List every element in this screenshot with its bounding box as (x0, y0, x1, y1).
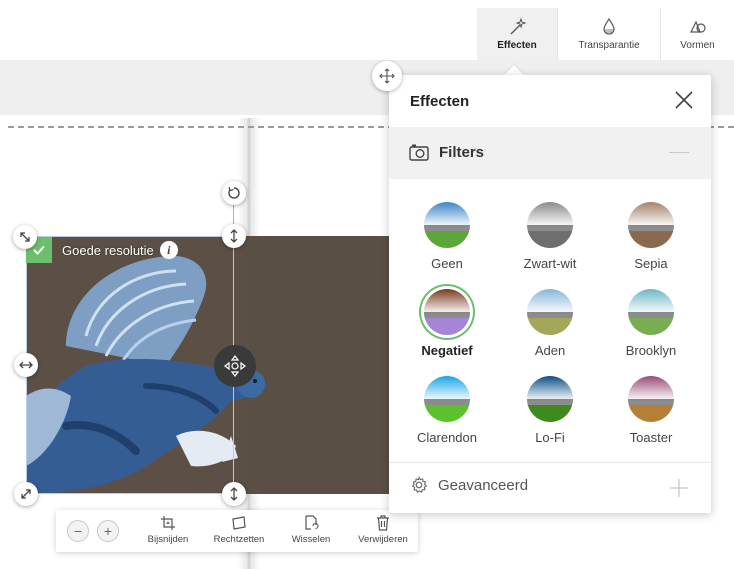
swap-label: Wisselen (291, 534, 331, 545)
filter-clarendon[interactable]: Clarendon (402, 376, 492, 445)
horizontal-arrows-icon (19, 361, 33, 369)
delete-label: Verwijderen (358, 534, 408, 545)
filter-zwart-wit[interactable]: Zwart-wit (505, 202, 595, 271)
info-icon[interactable]: i (159, 241, 178, 259)
straighten-label: Rechtzetten (213, 534, 265, 545)
filters-section-header[interactable]: Filters (389, 127, 711, 179)
drop-icon (603, 17, 615, 35)
trash-icon (377, 515, 389, 531)
delete-button[interactable]: Verwijderen (352, 515, 414, 545)
resolution-badge: Goede resolutie i (26, 237, 178, 263)
tab-label: Effecten (497, 40, 537, 51)
advanced-section-header[interactable]: Geavanceerd (410, 476, 528, 494)
filter-thumbnail (527, 376, 573, 422)
gear-icon (411, 476, 428, 494)
straighten-icon (232, 516, 246, 530)
filter-thumbnail (628, 376, 674, 422)
move-icon (224, 355, 246, 377)
filter-name: Sepia (634, 256, 668, 271)
camera-icon (409, 144, 429, 161)
filter-name: Toaster (629, 430, 673, 445)
diagonal-arrows-icon (21, 489, 31, 499)
filter-lo-fi[interactable]: Lo-Fi (505, 376, 595, 445)
filter-name: Negatief (421, 343, 473, 358)
filter-name: Lo-Fi (535, 430, 565, 445)
rotate-handle[interactable] (222, 181, 246, 205)
filter-thumbnail (424, 289, 470, 335)
filter-thumbnail (527, 202, 573, 248)
filter-negatief[interactable]: Negatief (402, 289, 492, 358)
expand-plus-icon[interactable] (669, 478, 689, 498)
magic-wand-icon (510, 17, 527, 35)
swap-icon (305, 515, 319, 530)
resize-handle-bottom[interactable] (222, 482, 246, 506)
swap-button[interactable]: Wisselen (282, 515, 340, 545)
pan-handle[interactable] (214, 345, 256, 387)
filter-name: Aden (534, 343, 566, 358)
rotate-connector (233, 204, 234, 224)
resize-handle-left[interactable] (14, 353, 38, 377)
tab-effecten[interactable]: Effecten (477, 8, 557, 60)
selection-box (26, 236, 234, 494)
close-icon[interactable] (673, 89, 695, 111)
crop-icon (161, 516, 175, 530)
photo-actions-bar: − + Bijsnijden Rechtzetten Wisselen Verw… (56, 510, 418, 552)
filter-thumbnail (424, 376, 470, 422)
top-toolbar: Effecten Transparantie Vormen (0, 0, 734, 60)
vertical-arrows-icon (230, 487, 238, 501)
crop-button[interactable]: Bijsnijden (140, 515, 196, 545)
straighten-button[interactable]: Rechtzetten (206, 515, 272, 545)
filter-name: Clarendon (417, 430, 477, 445)
filter-name: Brooklyn (625, 343, 677, 358)
rotate-icon (228, 186, 240, 199)
tab-vormen[interactable]: Vormen (661, 8, 734, 60)
resolution-label: Goede resolutie (62, 242, 154, 258)
filter-thumbnail (424, 202, 470, 248)
filter-aden[interactable]: Aden (505, 289, 595, 358)
divider (389, 462, 711, 463)
resize-handle-top-left[interactable] (13, 225, 37, 249)
filter-thumbnail (628, 202, 674, 248)
filter-name: Geen (431, 256, 463, 271)
vertical-arrows-icon (230, 229, 238, 243)
filter-name: Zwart-wit (523, 256, 577, 271)
resize-handle-top[interactable] (222, 224, 246, 248)
zoom-out-button[interactable]: − (67, 520, 89, 542)
collapse-icon[interactable] (669, 152, 689, 153)
filters-heading: Filters (439, 144, 485, 161)
shapes-icon (689, 20, 706, 33)
tab-label: Transparantie (578, 40, 640, 51)
effects-panel: Effecten Filters Geen Zwart-wit Sepia Ne… (389, 75, 711, 513)
tab-transparantie[interactable]: Transparantie (558, 8, 660, 60)
filter-thumbnail (628, 289, 674, 335)
resize-handle-bottom-left[interactable] (14, 482, 38, 506)
filter-sepia[interactable]: Sepia (606, 202, 696, 271)
filter-geen[interactable]: Geen (402, 202, 492, 271)
filter-thumbnail (527, 289, 573, 335)
diagonal-arrows-icon (20, 232, 30, 242)
panel-title: Effecten (410, 93, 470, 110)
filter-brooklyn[interactable]: Brooklyn (606, 289, 696, 358)
zoom-in-button[interactable]: + (97, 520, 119, 542)
advanced-label: Geavanceerd (438, 476, 529, 494)
move-icon (379, 68, 395, 84)
crop-label: Bijsnijden (147, 534, 189, 545)
panel-drag-handle[interactable] (372, 61, 402, 91)
tab-label: Vormen (680, 40, 715, 51)
filter-toaster[interactable]: Toaster (606, 376, 696, 445)
